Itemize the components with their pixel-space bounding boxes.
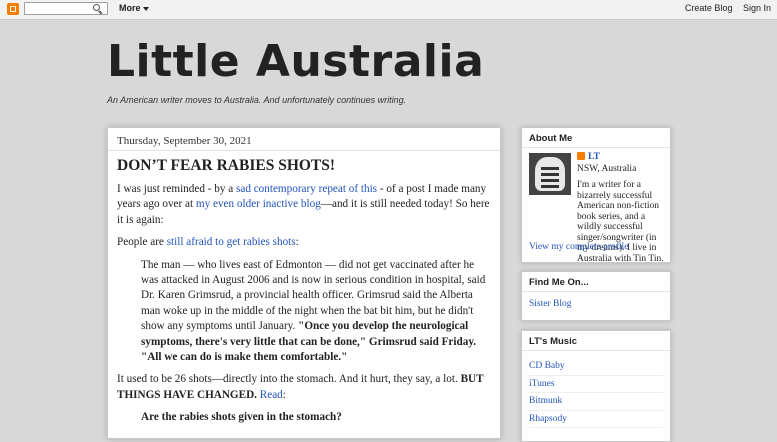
view-profile-link[interactable]: View my complete profile — [529, 242, 628, 252]
text: : — [282, 388, 286, 401]
music-link-cd-baby[interactable]: CD Baby — [529, 358, 663, 376]
widget-title: LT's Music — [529, 336, 578, 347]
post-paragraph: People are still afraid to get rabies sh… — [117, 235, 492, 250]
profile-name-link[interactable]: LT — [577, 152, 600, 162]
blogger-logo-icon[interactable] — [7, 3, 19, 15]
avatar-stripes — [541, 167, 559, 170]
sign-in-link[interactable]: Sign In — [743, 3, 771, 13]
post-title[interactable]: DON’T FEAR RABIES SHOTS! — [117, 157, 335, 175]
post-question: Are the rabies shots given in the stomac… — [141, 411, 342, 424]
find-me-widget: Find Me On... Sister Blog — [521, 271, 671, 321]
caret-down-icon — [142, 6, 149, 11]
create-blog-link[interactable]: Create Blog — [685, 3, 733, 13]
navbar-right: Create Blog Sign In — [677, 3, 771, 13]
post-paragraph: I was just reminded - by a sad contempor… — [117, 182, 492, 228]
music-link-itunes[interactable]: iTunes — [529, 376, 663, 393]
music-widget: LT's Music CD Baby iTunes Bitmunk Rhapso… — [521, 330, 671, 442]
search-icon[interactable] — [93, 4, 102, 13]
more-menu-button[interactable]: More — [119, 3, 149, 13]
text: It used to be 26 shots—directly into the… — [117, 373, 461, 386]
avatar[interactable] — [529, 153, 571, 195]
music-link-bitmunk[interactable]: Bitmunk — [529, 393, 663, 411]
post-quote: The man — who lives east of Edmonton — d… — [141, 258, 492, 366]
avatar-figure — [535, 157, 565, 191]
repeat-link[interactable]: sad contemporary repeat of this — [236, 183, 377, 195]
widget-divider — [522, 147, 670, 148]
post-paragraph: It used to be 26 shots—directly into the… — [117, 372, 492, 403]
text: People are — [117, 236, 167, 249]
widget-title: Find Me On... — [529, 277, 589, 288]
text: I was just reminded - by a — [117, 183, 236, 195]
blogger-navbar: More Create Blog Sign In — [0, 0, 777, 20]
profile-location: NSW, Australia — [577, 164, 637, 174]
blog-description: An American writer moves to Australia. A… — [107, 95, 407, 105]
older-blog-link[interactable]: my even older inactive blog — [196, 198, 321, 210]
blog-title[interactable]: Little Australia — [107, 36, 484, 87]
sister-blog-link[interactable]: Sister Blog — [529, 299, 572, 309]
profile-name: LT — [588, 152, 600, 162]
music-list: CD Baby iTunes Bitmunk Rhapsody — [529, 358, 663, 428]
more-label: More — [119, 3, 141, 13]
afraid-link[interactable]: still afraid to get rabies shots — [167, 236, 296, 248]
about-me-widget: About Me LT NSW, Australia I'm a writer … — [521, 127, 671, 263]
date-divider — [108, 150, 500, 151]
blogger-profile-icon — [577, 152, 585, 160]
post-body: I was just reminded - by a sad contempor… — [117, 182, 492, 426]
text: : — [295, 236, 299, 249]
post-container: Thursday, September 30, 2021 DON’T FEAR … — [107, 127, 501, 439]
widget-divider — [522, 350, 670, 351]
music-link-rhapsody[interactable]: Rhapsody — [529, 411, 663, 428]
read-link[interactable]: Read — [260, 389, 283, 401]
post-date: Thursday, September 30, 2021 — [117, 135, 252, 147]
widget-divider — [522, 291, 670, 292]
widget-title: About Me — [529, 133, 573, 144]
